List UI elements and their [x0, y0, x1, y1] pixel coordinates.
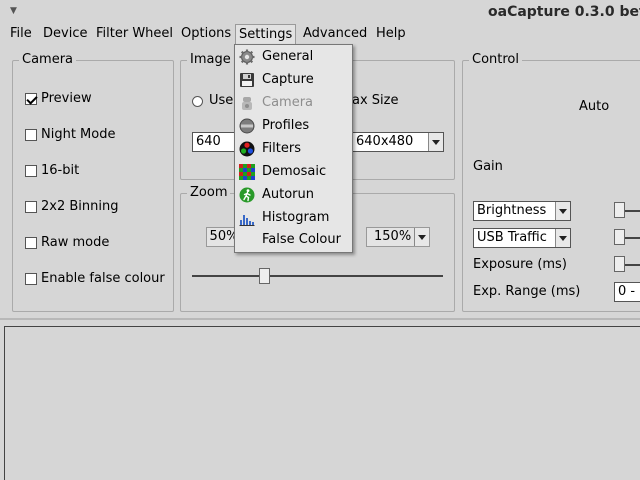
chevron-down-icon[interactable] — [555, 202, 570, 220]
running-man-icon — [239, 187, 255, 203]
settings-menu-item-autorun[interactable]: Autorun — [235, 184, 352, 207]
resolution-select[interactable]: 640x480 — [352, 132, 444, 152]
settings-menu-item-filters[interactable]: Filters — [235, 138, 352, 161]
exp-range-select[interactable]: 0 - 5 — [614, 282, 640, 302]
zoom-slider-track[interactable] — [192, 275, 443, 277]
settings-menu-item-profiles[interactable]: Profiles — [235, 115, 352, 138]
brightness-value: Brightness — [477, 203, 547, 218]
gain-label: Gain — [473, 159, 503, 174]
exp-range-value: 0 - 5 — [618, 284, 640, 299]
window-menu-arrow-icon[interactable]: ▼ — [10, 6, 17, 16]
settings-menu-item-histogram[interactable]: Histogram — [235, 207, 352, 230]
splitter[interactable] — [0, 318, 640, 320]
title-bar: ▼ oaCapture 0.3.0 beta — [0, 0, 640, 24]
usb-slider-handle[interactable] — [614, 229, 625, 245]
settings-menu-label: Histogram — [262, 210, 330, 225]
brightness-select[interactable]: Brightness — [473, 201, 571, 221]
settings-menu-label: Capture — [262, 72, 314, 87]
settings-menu-label: False Colour — [262, 232, 341, 247]
settings-menu-label: Autorun — [262, 187, 315, 202]
night-mode-label: Night Mode — [41, 127, 116, 142]
settings-menu-label: General — [262, 49, 314, 64]
menu-bar: File Device Filter Wheel Options Setting… — [0, 24, 640, 45]
zoom-group-title: Zoom — [187, 185, 231, 200]
control-group: Control — [462, 52, 640, 312]
settings-menu-item-general[interactable]: General — [235, 46, 352, 69]
control-group-title: Control — [469, 52, 522, 67]
auto-label: Auto — [579, 99, 610, 114]
false-colour-checkbox[interactable] — [25, 273, 37, 285]
menu-help[interactable]: Help — [376, 26, 406, 41]
resolution-value: 640x480 — [356, 134, 414, 149]
camera-icon — [242, 97, 252, 110]
width-value: 640 — [196, 134, 221, 149]
usb-traffic-value: USB Traffic — [477, 230, 547, 245]
binning-label: 2x2 Binning — [41, 199, 119, 214]
max-size-label: ax Size — [352, 93, 399, 108]
menu-device[interactable]: Device — [43, 26, 87, 41]
profiles-icon — [239, 118, 255, 134]
brightness-slider-handle[interactable] — [614, 202, 625, 218]
false-colour-label: Enable false colour — [41, 271, 165, 286]
menu-settings[interactable]: Settings — [235, 24, 297, 45]
width-input[interactable]: 640 — [192, 132, 238, 152]
raw-mode-checkbox[interactable] — [25, 237, 37, 249]
exp-range-label: Exp. Range (ms) — [473, 284, 581, 299]
settings-menu-label: Demosaic — [262, 164, 327, 179]
checkerboard-icon — [239, 164, 255, 180]
settings-menu-label: Camera — [262, 95, 314, 110]
preview-area — [4, 326, 640, 480]
settings-menu-item-false-colour[interactable]: False Colour — [235, 229, 352, 252]
gear-icon — [239, 49, 255, 65]
night-mode-checkbox[interactable] — [25, 129, 37, 141]
settings-menu: General Capture Camera Profiles Filters … — [234, 44, 353, 253]
settings-menu-label: Filters — [262, 141, 301, 156]
floppy-disk-icon — [240, 73, 254, 87]
exposure-slider-handle[interactable] — [614, 256, 625, 272]
settings-menu-item-capture[interactable]: Capture — [235, 69, 352, 92]
preview-label: Preview — [41, 91, 92, 106]
use-radio-label: Use — [209, 93, 234, 108]
zoom-150-value: 150% — [374, 229, 412, 244]
color-wheel-icon — [239, 141, 255, 157]
settings-menu-item-demosaic[interactable]: Demosaic — [235, 161, 352, 184]
window-title: oaCapture 0.3.0 beta — [488, 4, 640, 20]
chevron-down-icon[interactable] — [555, 229, 570, 247]
binning-checkbox[interactable] — [25, 201, 37, 213]
zoom-150-select[interactable]: 150% — [366, 227, 430, 247]
use-radio[interactable] — [192, 96, 203, 107]
settings-menu-label: Profiles — [262, 118, 310, 133]
menu-options[interactable]: Options — [181, 26, 231, 41]
16-bit-label: 16-bit — [41, 163, 80, 178]
zoom-slider-handle[interactable] — [259, 268, 270, 284]
chevron-down-icon[interactable] — [414, 228, 429, 246]
16-bit-checkbox[interactable] — [25, 165, 37, 177]
exposure-label: Exposure (ms) — [473, 257, 567, 272]
raw-mode-label: Raw mode — [41, 235, 110, 250]
settings-menu-item-camera: Camera — [235, 92, 352, 115]
usb-traffic-select[interactable]: USB Traffic — [473, 228, 571, 248]
preview-checkbox[interactable] — [25, 93, 37, 105]
chevron-down-icon[interactable] — [428, 133, 443, 151]
image-group-title: Image — [187, 52, 234, 67]
menu-filter-wheel[interactable]: Filter Wheel — [96, 26, 173, 41]
camera-group-title: Camera — [19, 52, 77, 67]
menu-advanced[interactable]: Advanced — [303, 26, 367, 41]
menu-file[interactable]: File — [10, 26, 32, 41]
histogram-icon — [239, 215, 255, 226]
